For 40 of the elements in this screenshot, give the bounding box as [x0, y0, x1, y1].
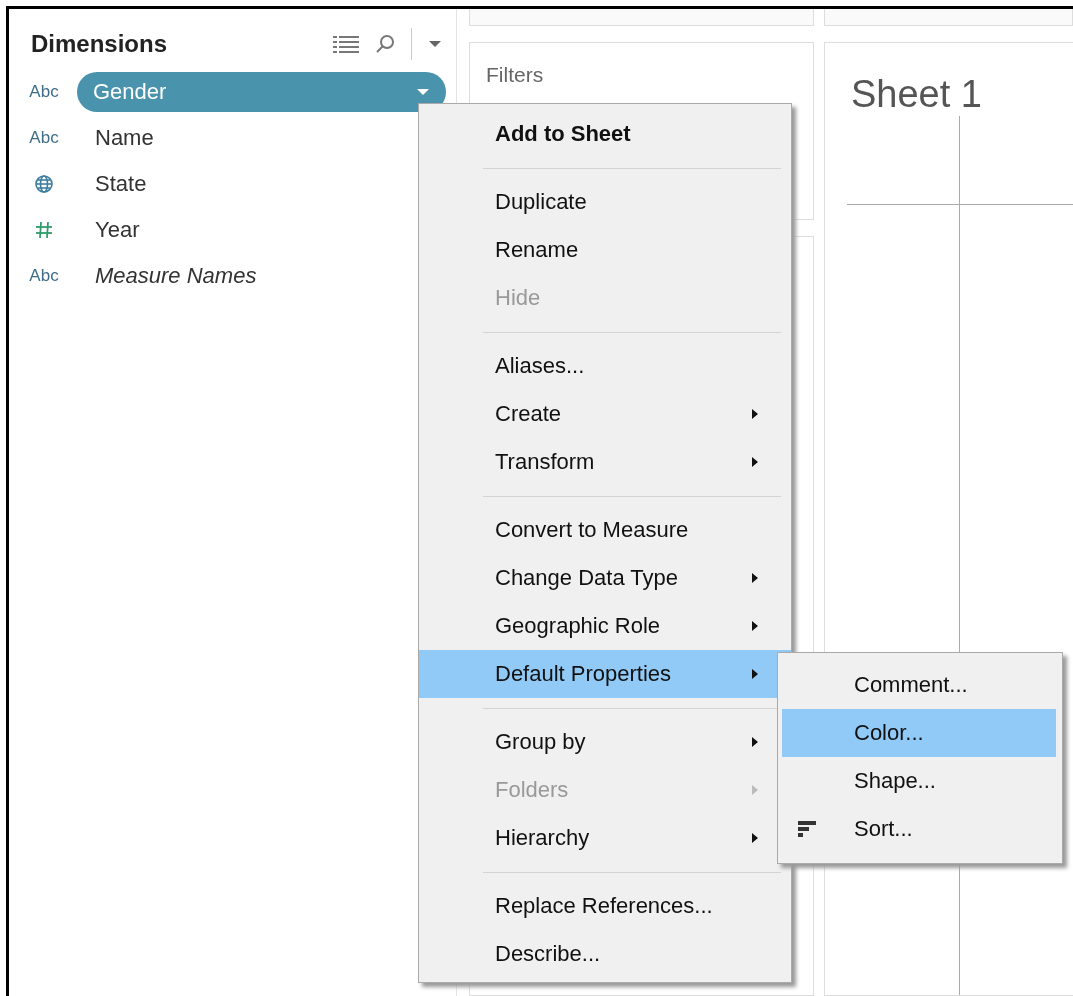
menu-item[interactable]: Convert to Measure — [419, 506, 791, 554]
hash-icon — [35, 221, 53, 239]
dropdown-caret-icon[interactable] — [416, 88, 430, 96]
submenu-arrow-icon — [751, 408, 759, 420]
globe-icon — [34, 174, 54, 194]
sort-icon — [798, 820, 816, 838]
field-item[interactable]: State — [95, 171, 147, 197]
field-item[interactable]: Year — [95, 217, 140, 243]
search-icon[interactable] — [375, 34, 395, 54]
submenu-arrow-icon — [751, 668, 759, 680]
menu-item[interactable]: Add to Sheet — [419, 110, 791, 158]
sheet-title: Sheet 1 — [850, 72, 983, 116]
menu-item[interactable]: Rename — [419, 226, 791, 274]
menu-item[interactable]: Color... — [782, 709, 1056, 757]
menu-item[interactable]: Duplicate — [419, 178, 791, 226]
submenu-arrow-icon — [751, 620, 759, 632]
menu-item[interactable]: Transform — [419, 438, 791, 486]
menu-item[interactable]: Geographic Role — [419, 602, 791, 650]
filters-title: Filters — [486, 63, 544, 86]
submenu-arrow-icon — [751, 572, 759, 584]
submenu-arrow-icon — [751, 784, 759, 796]
menu-item[interactable]: Sort... — [782, 805, 1056, 853]
menu-item[interactable]: Replace References... — [419, 882, 791, 930]
submenu-arrow-icon — [751, 832, 759, 844]
submenu-arrow-icon — [751, 736, 759, 748]
menu-item[interactable]: Create — [419, 390, 791, 438]
field-item[interactable]: Measure Names — [95, 263, 257, 289]
menu-item[interactable]: Change Data Type — [419, 554, 791, 602]
string-type-icon: Abc — [29, 82, 59, 102]
field-item[interactable]: Name — [95, 125, 154, 151]
list-view-icon[interactable] — [333, 35, 359, 53]
string-type-icon: Abc — [29, 128, 59, 148]
menu-item[interactable]: Describe... — [419, 930, 791, 978]
menu-item[interactable]: Shape... — [782, 757, 1056, 805]
menu-item[interactable]: Default Properties — [419, 650, 791, 698]
dropdown-caret-icon[interactable] — [428, 40, 442, 48]
submenu-arrow-icon — [751, 456, 759, 468]
string-type-icon: Abc — [29, 266, 59, 286]
pane-title: Dimensions — [31, 30, 168, 58]
menu-item[interactable]: Aliases... — [419, 342, 791, 390]
